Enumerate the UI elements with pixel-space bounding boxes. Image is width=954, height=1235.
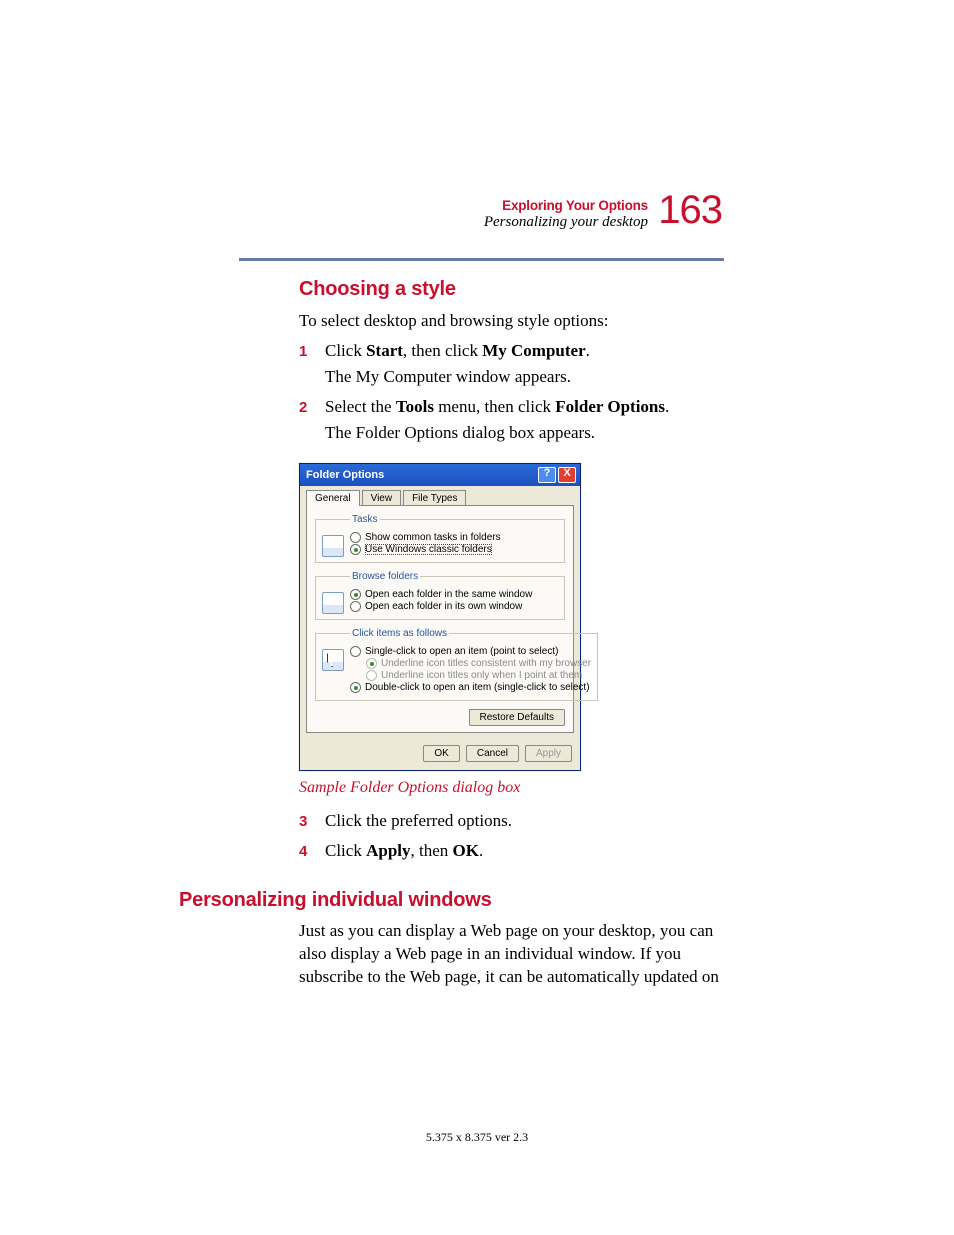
figure-caption: Sample Folder Options dialog box xyxy=(299,779,724,797)
radio-label: Underline icon titles only when I point … xyxy=(381,670,582,681)
running-header: Exploring Your Options Personalizing you… xyxy=(484,198,648,231)
radio-label: Open each folder in its own window xyxy=(365,601,522,612)
radio-label: Open each folder in the same window xyxy=(365,589,532,600)
folder-icon xyxy=(322,592,344,614)
text: Click xyxy=(325,341,366,360)
radio-icon xyxy=(350,646,361,657)
radio-icon xyxy=(350,589,361,600)
step-4: 4 Click Apply, then OK. xyxy=(299,841,724,867)
step-number: 1 xyxy=(299,341,325,360)
group-legend: Click items as follows xyxy=(350,628,449,639)
step-body: Click Apply, then OK. xyxy=(325,841,724,867)
cancel-button[interactable]: Cancel xyxy=(466,745,519,762)
text-bold: Folder Options xyxy=(555,397,665,416)
radio-icon xyxy=(350,682,361,693)
text: . xyxy=(586,341,590,360)
radio-icon xyxy=(366,670,377,681)
radio-same-window[interactable]: Open each folder in the same window xyxy=(350,589,558,600)
text-bold: Start xyxy=(366,341,403,360)
dialog-footer: OK Cancel Apply xyxy=(300,739,580,770)
group-tasks: Tasks Show common tasks in folders Use W… xyxy=(315,514,565,563)
radio-own-window[interactable]: Open each folder in its own window xyxy=(350,601,558,612)
text-bold: OK xyxy=(453,841,479,860)
group-legend: Tasks xyxy=(350,514,380,525)
chapter-title: Exploring Your Options xyxy=(484,198,648,213)
cursor-icon xyxy=(322,649,344,671)
page: 163 Exploring Your Options Personalizing… xyxy=(0,0,954,1235)
tab-view[interactable]: View xyxy=(362,490,402,506)
step-result: The My Computer window appears. xyxy=(325,367,724,387)
radio-double-click[interactable]: Double-click to open an item (single-cli… xyxy=(350,682,591,693)
radio-icon xyxy=(350,544,361,555)
text: Click xyxy=(325,841,366,860)
group-click-items: Click items as follows Single-click to o… xyxy=(315,628,598,701)
tab-file-types[interactable]: File Types xyxy=(403,490,466,506)
step-body: Click the preferred options. xyxy=(325,811,724,837)
dialog-titlebar[interactable]: Folder Options ? X xyxy=(300,464,580,486)
radio-classic-folders[interactable]: Use Windows classic folders xyxy=(350,544,558,555)
step-2: 2 Select the Tools menu, then click Fold… xyxy=(299,397,724,449)
tab-strip: General View File Types xyxy=(300,486,580,506)
radio-icon xyxy=(366,658,377,669)
radio-label: Use Windows classic folders xyxy=(365,544,492,555)
step-1: 1 Click Start, then click My Computer. T… xyxy=(299,341,724,393)
radio-single-click[interactable]: Single-click to open an item (point to s… xyxy=(350,646,591,657)
group-browse-folders: Browse folders Open each folder in the s… xyxy=(315,571,565,620)
text: , then click xyxy=(403,341,482,360)
apply-button[interactable]: Apply xyxy=(525,745,572,762)
text: . xyxy=(665,397,669,416)
help-icon[interactable]: ? xyxy=(538,467,556,483)
heading-personalizing-windows: Personalizing individual windows xyxy=(179,889,724,912)
text-bold: Apply xyxy=(366,841,410,860)
heading-choosing-a-style: Choosing a style xyxy=(299,278,724,301)
step-number: 4 xyxy=(299,841,325,860)
step-result: The Folder Options dialog box appears. xyxy=(325,423,724,443)
text: Select the xyxy=(325,397,396,416)
step-number: 2 xyxy=(299,397,325,416)
close-icon[interactable]: X xyxy=(558,467,576,483)
step-3: 3 Click the preferred options. xyxy=(299,811,724,837)
text: . xyxy=(479,841,483,860)
radio-label: Single-click to open an item (point to s… xyxy=(365,646,558,657)
folder-options-dialog: Folder Options ? X General View File Typ… xyxy=(299,463,581,771)
step-list-continued: 3 Click the preferred options. 4 Click A… xyxy=(299,811,724,867)
radio-label: Underline icon titles consistent with my… xyxy=(381,658,591,669)
radio-label: Show common tasks in folders xyxy=(365,532,501,543)
radio-underline-point: Underline icon titles only when I point … xyxy=(366,670,591,681)
step-number: 3 xyxy=(299,811,325,830)
step-body: Select the Tools menu, then click Folder… xyxy=(325,397,724,449)
group-legend: Browse folders xyxy=(350,571,420,582)
intro-paragraph: To select desktop and browsing style opt… xyxy=(299,311,724,331)
page-number: 163 xyxy=(658,188,722,233)
text: , then xyxy=(411,841,453,860)
page-footer: 5.375 x 8.375 ver 2.3 xyxy=(0,1130,954,1145)
step-body: Click Start, then click My Computer. The… xyxy=(325,341,724,393)
radio-show-common-tasks[interactable]: Show common tasks in folders xyxy=(350,532,558,543)
text-bold: My Computer xyxy=(482,341,585,360)
tab-general[interactable]: General xyxy=(306,490,360,506)
step-text: Click the preferred options. xyxy=(325,811,724,831)
content-area: Choosing a style To select desktop and b… xyxy=(239,278,724,993)
header-rule xyxy=(239,258,724,261)
section-title: Personalizing your desktop xyxy=(484,214,648,231)
radio-icon xyxy=(350,601,361,612)
radio-icon xyxy=(350,532,361,543)
section-choosing-a-style: Choosing a style To select desktop and b… xyxy=(299,278,724,867)
radio-underline-browser: Underline icon titles consistent with my… xyxy=(366,658,591,669)
step-list: 1 Click Start, then click My Computer. T… xyxy=(299,341,724,449)
text-bold: Tools xyxy=(396,397,434,416)
dialog-title: Folder Options xyxy=(306,469,384,481)
body-paragraph: Just as you can display a Web page on yo… xyxy=(299,920,724,989)
folder-icon xyxy=(322,535,344,557)
text: menu, then click xyxy=(434,397,555,416)
restore-defaults-button[interactable]: Restore Defaults xyxy=(469,709,565,726)
radio-label: Double-click to open an item (single-cli… xyxy=(365,682,590,693)
tab-panel-general: Tasks Show common tasks in folders Use W… xyxy=(306,505,574,733)
ok-button[interactable]: OK xyxy=(423,745,459,762)
